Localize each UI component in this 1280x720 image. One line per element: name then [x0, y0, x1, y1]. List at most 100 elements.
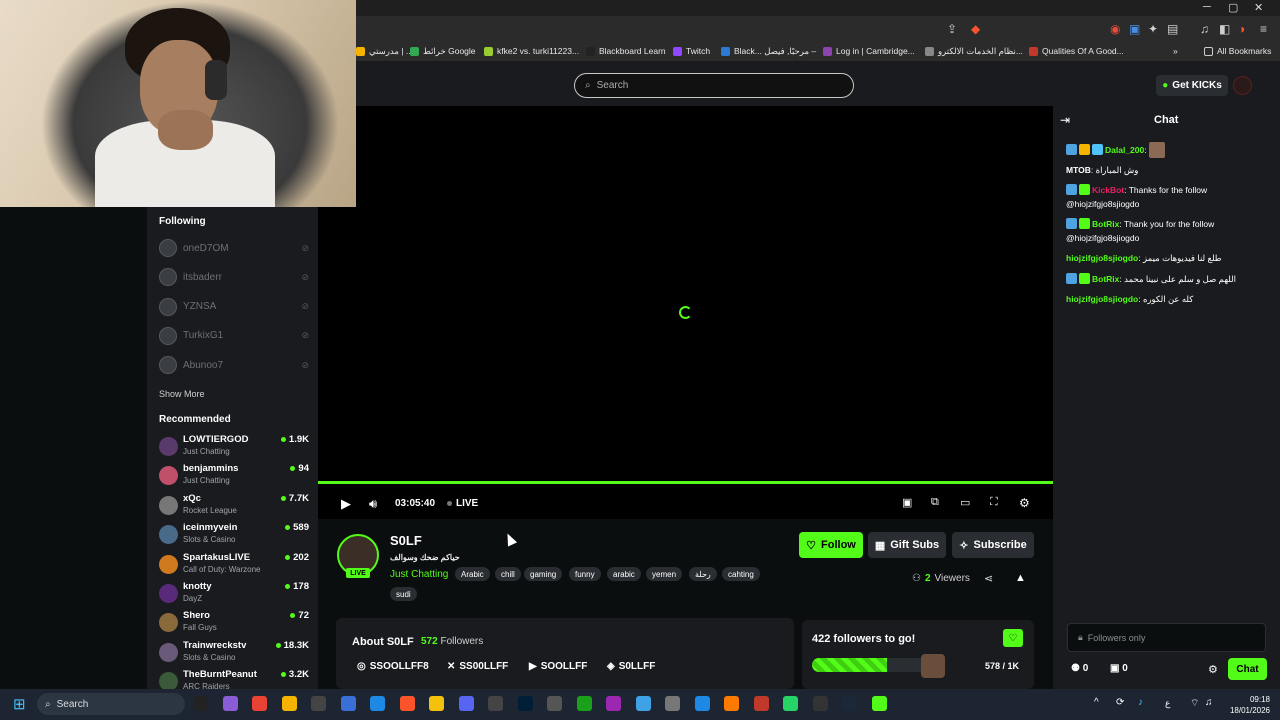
chat-settings-icon[interactable]: ⚙ — [1208, 663, 1218, 676]
get-kicks-button[interactable]: ● Get KICKs — [1156, 75, 1228, 96]
photoshop-icon[interactable] — [517, 696, 533, 711]
chat-username[interactable]: hiojzifgjo8sjiogdo — [1066, 253, 1138, 263]
media-icon[interactable]: ♫ — [1200, 22, 1209, 36]
bookmark-item[interactable]: Blackboard Learn — [586, 46, 666, 56]
discord-icon[interactable] — [458, 696, 474, 711]
chat-username[interactable]: hiojzifgjo8sjiogdo — [1066, 294, 1138, 304]
pip-icon[interactable]: ▣ — [902, 496, 912, 509]
microphone-icon[interactable]: ♪ — [1138, 697, 1143, 708]
steam-icon[interactable] — [842, 696, 857, 711]
minimize-icon[interactable]: ─ — [1203, 1, 1211, 13]
recommended-item[interactable]: knotty DayZ 178 — [159, 581, 309, 609]
app-icon[interactable] — [694, 696, 710, 711]
bookmark-item[interactable]: خرائط Google — [410, 46, 476, 57]
following-item[interactable]: YZNSA ⊘ — [159, 297, 309, 317]
network-icon[interactable]: ⌔ — [1190, 697, 1199, 710]
stream-tag[interactable]: sudi — [390, 587, 417, 601]
back-icon[interactable] — [193, 696, 208, 711]
chat-send-button[interactable]: Chat — [1228, 658, 1267, 680]
social-link[interactable]: ◈ S0LLFF — [607, 661, 655, 672]
calendar-icon[interactable] — [370, 696, 385, 711]
chat-username[interactable]: BotRix — [1092, 219, 1119, 229]
following-item[interactable]: itsbaderr ⊘ — [159, 267, 309, 287]
tab-search-icon[interactable]: ▤ — [1167, 22, 1178, 36]
stream-category[interactable]: Just Chatting — [390, 569, 448, 580]
show-more-link[interactable]: Show More — [159, 389, 205, 399]
report-warning-icon[interactable]: ▲ — [1015, 572, 1026, 584]
bookmarks-overflow-icon[interactable]: » — [1173, 46, 1178, 56]
maximize-icon[interactable]: ▢ — [1228, 1, 1238, 14]
recommended-item[interactable]: Trainwreckstv Slots & Casino 18.3K — [159, 640, 309, 668]
chrome-icon[interactable] — [252, 696, 267, 711]
kick-icon[interactable] — [871, 696, 887, 711]
app-icon[interactable] — [606, 696, 621, 711]
collapse-chat-icon[interactable]: ⇥ — [1060, 113, 1070, 127]
bookmark-item[interactable]: Twitch — [673, 46, 710, 56]
theater-mode-icon[interactable]: ▭ — [960, 496, 970, 509]
volume-icon[interactable]: 🔊︎ — [369, 496, 377, 512]
folder-icon[interactable] — [281, 696, 297, 711]
live-indicator[interactable]: LIVE — [447, 498, 478, 509]
subscribe-button[interactable]: ✧ Subscribe — [952, 532, 1034, 558]
address-bar[interactable] — [360, 19, 995, 39]
steam-gear-icon[interactable] — [547, 696, 562, 711]
taskbar-clock[interactable]: 09:18 18/01/2026 — [1228, 694, 1270, 716]
extension-icon[interactable]: ◉ — [1110, 22, 1120, 36]
chat-input[interactable]: 🔒︎ Followers only — [1067, 623, 1266, 652]
stream-tag[interactable]: yemen — [646, 567, 683, 581]
brave-rewards-icon[interactable]: ◑ — [1238, 22, 1245, 36]
sidebar-toggle-icon[interactable]: ◧ — [1219, 22, 1230, 36]
gift-subs-button[interactable]: ▦ Gift Subs — [868, 532, 946, 558]
recommended-item[interactable]: SpartakusLIVE Call of Duty: Warzone 202 — [159, 552, 309, 580]
all-bookmarks[interactable]: All Bookmarks — [1204, 46, 1271, 56]
language-indicator[interactable]: ع — [1165, 698, 1170, 709]
social-link[interactable]: ✕ SS00LLFF — [447, 661, 508, 672]
store-icon[interactable] — [340, 696, 356, 711]
menu-icon[interactable]: ≡ — [1260, 22, 1267, 36]
stream-tag[interactable]: chill — [495, 567, 521, 581]
app-icon[interactable] — [724, 696, 739, 711]
recommended-item[interactable]: iceinmyvein Slots & Casino 589 — [159, 522, 309, 550]
volume-tray-icon[interactable]: ♫ — [1205, 697, 1213, 708]
share-icon[interactable]: ⋖ — [984, 572, 993, 585]
social-link[interactable]: ▶ SOOLLFF — [529, 661, 587, 672]
app-icon[interactable] — [753, 696, 769, 711]
stream-tag[interactable]: رحلة — [689, 567, 717, 581]
brave-shield-icon[interactable]: ◆ — [971, 22, 980, 36]
app-icon[interactable] — [429, 696, 444, 711]
nvidia-icon[interactable] — [576, 696, 592, 711]
recommended-item[interactable]: Shero Fall Guys 72 — [159, 610, 309, 638]
whatsapp-icon[interactable] — [783, 696, 798, 711]
video-player[interactable] — [318, 106, 1053, 482]
bookmark-item[interactable]: مدرستي | ... — [356, 46, 413, 57]
stream-tag[interactable]: cahting — [722, 567, 760, 581]
app-icon[interactable] — [812, 696, 828, 711]
fullscreen-icon[interactable]: ⛶ — [990, 496, 998, 509]
chat-username[interactable]: Dalal_200 — [1105, 145, 1144, 155]
edge-icon[interactable] — [635, 696, 651, 711]
chat-username[interactable]: KickBot — [1092, 185, 1124, 195]
share-page-icon[interactable]: ⇪ — [947, 22, 957, 36]
stream-tag[interactable]: arabic — [607, 567, 641, 581]
taskbar-search[interactable]: ⌕ Search — [37, 693, 185, 715]
windows-start-icon[interactable]: ⊞ — [13, 695, 26, 713]
search-input[interactable]: ⌕ Search — [574, 73, 854, 98]
bookmark-item[interactable]: kfke2 vs. turki11223... — [484, 46, 579, 56]
bookmark-item[interactable]: نظام الخدمات الالكترو... — [925, 46, 1023, 57]
play-icon[interactable]: ▶ — [341, 496, 351, 512]
bookmark-item[interactable]: Black... مرحبًا, فيصل – — [721, 46, 816, 57]
chat-users-stat[interactable]: ⚉ 0 — [1071, 663, 1088, 674]
channel-name[interactable]: S0LF — [390, 533, 422, 548]
recommended-item[interactable]: benjammins Just Chatting 94 — [159, 463, 309, 491]
social-link[interactable]: ◎ SSOOLLFF8 — [357, 661, 429, 672]
clip-icon[interactable]: ⧉ — [931, 496, 939, 509]
extensions-puzzle-icon[interactable]: ✦ — [1148, 22, 1158, 36]
follow-button[interactable]: ♡ Follow — [799, 532, 863, 558]
close-window-icon[interactable]: ✕ — [1254, 1, 1263, 14]
stream-tag[interactable]: gaming — [524, 567, 563, 581]
bookmark-item[interactable]: Log in | Cambridge... — [823, 46, 915, 56]
bookmark-item[interactable]: Qualities Of A Good... — [1029, 46, 1124, 56]
stream-tag[interactable]: funny — [569, 567, 601, 581]
stream-tag[interactable]: Arabic — [455, 567, 490, 581]
chat-other-stat[interactable]: ▣ 0 — [1110, 663, 1128, 674]
